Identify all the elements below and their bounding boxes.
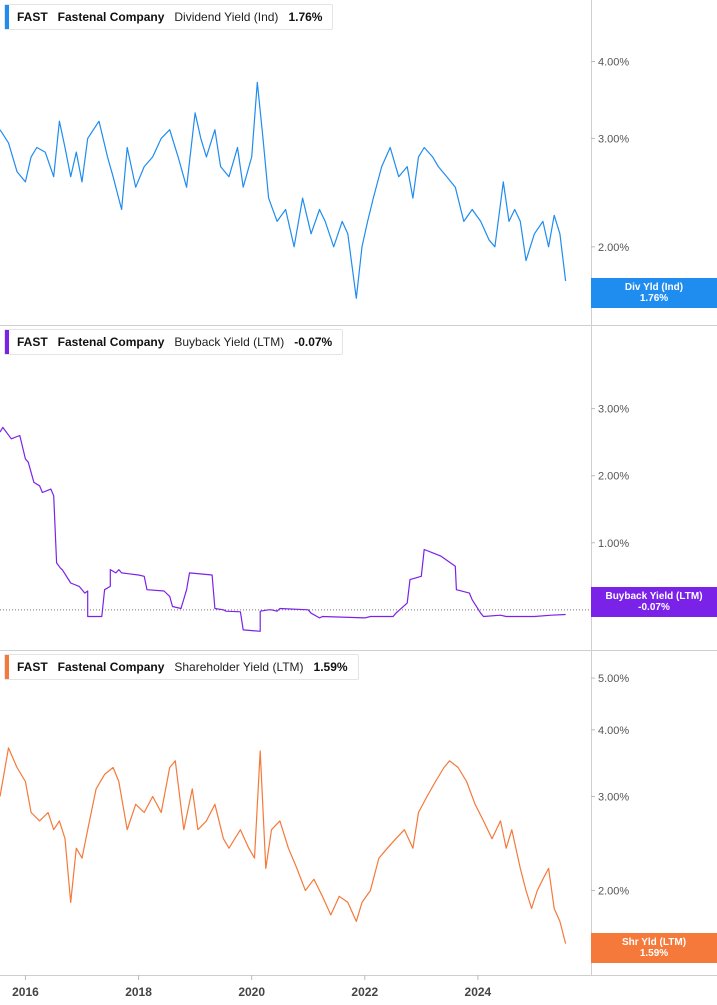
legend-swatch-buyback [5,330,9,354]
y-tick-label: 4.00% [598,725,629,737]
x-tick-label: 2016 [12,985,39,999]
legend-value: 1.59% [313,660,348,674]
legend-swatch-dividend [5,5,9,29]
y-tick-label: 2.00% [598,885,629,897]
legend-swatch-shareholder [5,655,9,679]
y-tick-label: 4.00% [598,56,629,68]
y-tick-label: 3.00% [598,404,629,416]
y-tick-label: 3.00% [598,791,629,803]
y-tick-label: 5.00% [598,673,629,685]
y-tick-label: 2.00% [598,242,629,254]
legend-buyback: FAST Fastenal Company Buyback Yield (LTM… [4,329,344,355]
value-tag-dividend: Div Yld (Ind) 1.76% [591,278,717,308]
y-tick-label: 3.00% [598,133,629,145]
series-line-shr [0,747,567,944]
legend-dividend: FAST Fastenal Company Dividend Yield (In… [4,4,334,30]
x-tick-label: 2024 [465,985,492,999]
legend-company: Fastenal Company [57,660,165,674]
legend-ticker: FAST [17,335,48,349]
tag-label: Buyback Yield (LTM) [605,591,703,602]
series-line-buyback [0,426,566,632]
series-line-div [0,81,567,299]
x-tick-label: 2022 [351,985,378,999]
legend-metric: Buyback Yield (LTM) [174,335,285,349]
tag-value: -0.07% [638,602,670,613]
legend-value: -0.07% [294,335,333,349]
value-tag-buyback: Buyback Yield (LTM) -0.07% [591,587,717,617]
legend-value: 1.76% [288,10,323,24]
x-tick-label: 2020 [238,985,265,999]
legend-metric: Shareholder Yield (LTM) [174,660,304,674]
chart-canvas: 4.00% 3.00% 2.00% 3.00% 2.00% 1.00% 5.00% 4.00%… [0,0,717,999]
legend-shareholder: FAST Fastenal Company Shareholder Yield … [4,654,359,680]
legend-company: Fastenal Company [57,335,165,349]
tag-value: 1.76% [639,293,669,304]
tag-label: Div Yld (Ind) [624,282,684,293]
legend-metric: Dividend Yield (Ind) [174,10,279,24]
legend-ticker: FAST [17,660,48,674]
legend-company: Fastenal Company [57,10,165,24]
value-tag-shareholder: Shr Yld (LTM) 1.59% [591,933,717,963]
x-tick-label: 2018 [125,985,152,999]
tag-value: 1.59% [639,948,669,959]
y-tick-label: 2.00% [598,471,629,483]
tag-label: Shr Yld (LTM) [621,937,687,948]
y-tick-label: 1.00% [598,538,629,550]
legend-ticker: FAST [17,10,48,24]
